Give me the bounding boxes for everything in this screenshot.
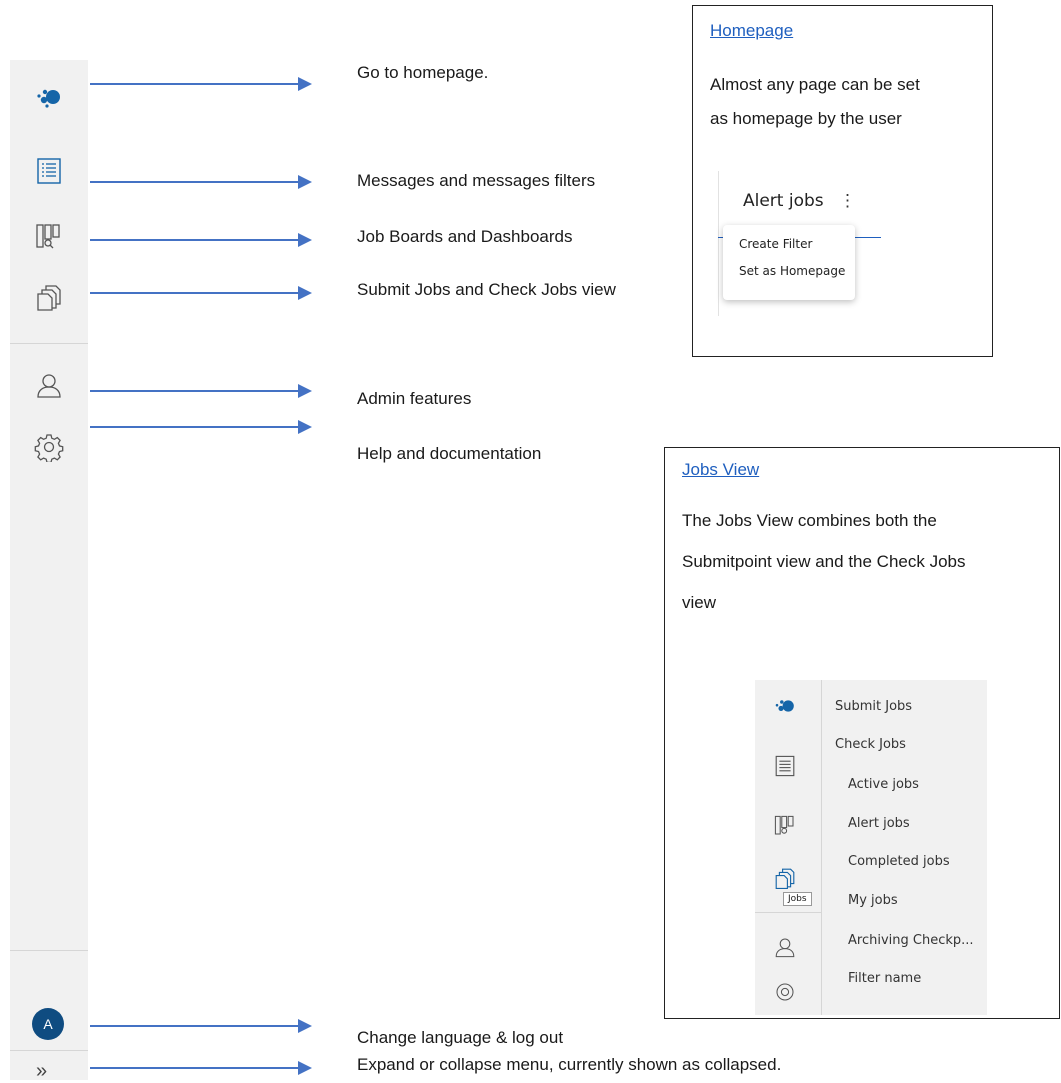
jobs-text-1: The Jobs View combines both the: [682, 511, 937, 530]
menu-set-homepage[interactable]: Set as Homepage: [739, 264, 845, 278]
logo-icon[interactable]: [773, 694, 797, 718]
job-boards-icon[interactable]: [773, 814, 797, 838]
expand-menu-button[interactable]: »: [36, 1060, 47, 1083]
menu-check-jobs[interactable]: Check Jobs: [835, 737, 906, 752]
label-messages: Messages and messages filters: [357, 171, 596, 190]
user-icon[interactable]: [34, 370, 64, 400]
arrow-expand: [90, 1061, 312, 1075]
menu-archiving[interactable]: Archiving Checkp...: [848, 933, 974, 948]
arrow-boards: [90, 233, 312, 247]
label-expand: Expand or collapse menu, currently shown…: [357, 1055, 782, 1074]
page-edge-line: [718, 171, 719, 316]
jobs-text-3: view: [682, 593, 717, 612]
kebab-menu-icon[interactable]: ⋮: [839, 191, 856, 211]
label-boards: Job Boards and Dashboards: [357, 227, 573, 246]
jobs-view-preview: Jobs Submit Jobs Check Jobs Active jobs …: [755, 680, 987, 1015]
menu-alert-jobs[interactable]: Alert jobs: [848, 816, 910, 831]
arrow-messages: [90, 175, 312, 189]
sidebar-divider-bottom: [10, 950, 88, 951]
menu-filter-name[interactable]: Filter name: [848, 971, 921, 986]
sidebar: A »: [10, 60, 88, 1083]
arrow-help: [90, 420, 312, 434]
label-jobs: Submit Jobs and Check Jobs view: [357, 280, 616, 299]
menu-submit-jobs[interactable]: Submit Jobs: [835, 699, 912, 714]
jobs-text-2: Submitpoint view and the Check Jobs: [682, 552, 966, 571]
menu-create-filter[interactable]: Create Filter: [739, 237, 812, 251]
label-language: Change language & log out: [357, 1028, 564, 1047]
user-icon[interactable]: [773, 935, 797, 959]
jobs-tooltip: Jobs: [783, 892, 812, 906]
homepage-text-2: as homepage by the user: [710, 109, 902, 128]
homepage-text-1: Almost any page can be set: [710, 75, 920, 94]
jobs-copy-icon[interactable]: [34, 282, 64, 312]
alert-jobs-header: Alert jobs: [743, 191, 824, 211]
job-boards-icon[interactable]: [34, 222, 64, 252]
arrow-jobs: [90, 286, 312, 300]
gear-icon[interactable]: [34, 432, 64, 462]
menu-my-jobs[interactable]: My jobs: [848, 893, 898, 908]
gear-icon[interactable]: [773, 980, 797, 1004]
avatar[interactable]: A: [32, 1008, 64, 1040]
preview-divider: [821, 680, 822, 1015]
context-menu: Create Filter Set as Homepage: [723, 225, 855, 300]
sidebar-divider-expand: [10, 1050, 88, 1051]
homepage-link[interactable]: Homepage: [710, 21, 793, 41]
arrow-language: [90, 1019, 312, 1033]
menu-active-jobs[interactable]: Active jobs: [848, 777, 919, 792]
arrow-admin: [90, 384, 312, 398]
label-help: Help and documentation: [357, 444, 542, 463]
label-admin: Admin features: [357, 389, 472, 408]
logo-icon[interactable]: [34, 82, 64, 112]
sidebar-divider: [10, 343, 88, 344]
jobs-copy-icon[interactable]: [773, 866, 797, 890]
homepage-callout: Homepage Almost any page can be set as h…: [692, 5, 993, 357]
menu-completed-jobs[interactable]: Completed jobs: [848, 854, 950, 869]
arrow-homepage: [90, 77, 312, 91]
preview-divider-h: [755, 912, 821, 913]
messages-list-icon[interactable]: [34, 156, 64, 186]
messages-list-icon[interactable]: [773, 754, 797, 778]
jobs-view-link[interactable]: Jobs View: [682, 460, 759, 480]
label-homepage: Go to homepage.: [357, 63, 489, 82]
